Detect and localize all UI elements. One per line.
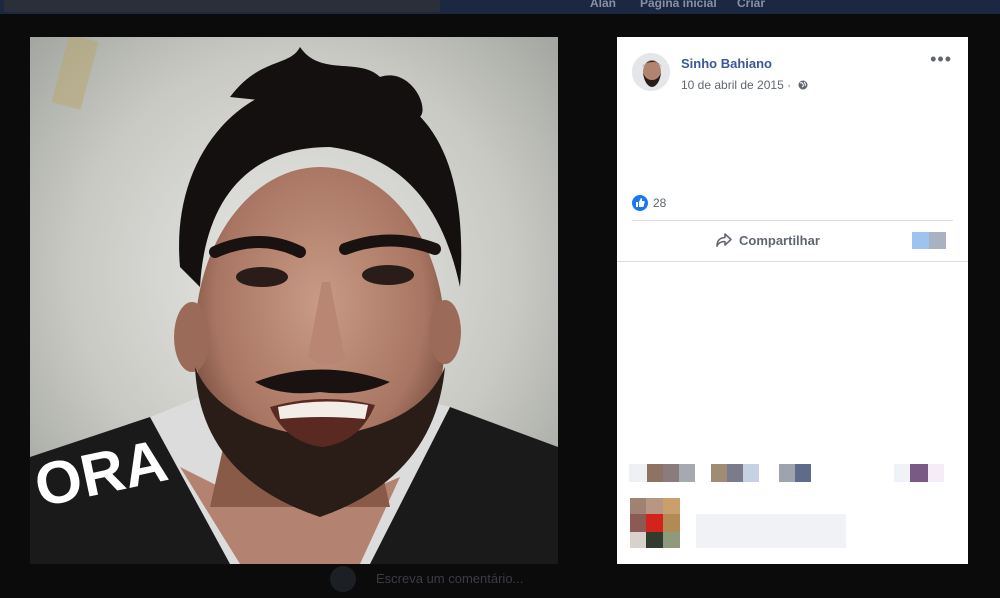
date-separator: ·	[787, 78, 792, 92]
comment-composer: Escreva um comentário...	[318, 566, 698, 594]
share-button[interactable]: Compartilhar	[715, 232, 820, 248]
post-timestamp[interactable]: 10 de abril de 2015 ·	[681, 78, 808, 92]
portrait-image: ORA	[30, 37, 558, 564]
post-details-panel: Sinho Bahiano 10 de abril de 2015 · ••• …	[617, 37, 968, 564]
nav-create-link[interactable]: Criar	[737, 0, 765, 10]
globe-icon	[798, 80, 808, 90]
comment-input[interactable]: Escreva um comentário...	[376, 571, 523, 586]
avatar	[330, 566, 356, 592]
like-icon	[632, 195, 648, 211]
share-label: Compartilhar	[739, 232, 820, 248]
share-arrow-icon	[716, 233, 732, 247]
nav-user-link[interactable]: Alan	[590, 0, 616, 10]
divider	[617, 261, 968, 262]
author-avatar[interactable]	[632, 53, 670, 91]
likes-count: 28	[653, 196, 667, 210]
nav-home-link[interactable]: Página inicial	[640, 0, 717, 10]
author-name-link[interactable]: Sinho Bahiano	[681, 56, 772, 71]
search-input[interactable]	[4, 0, 440, 12]
post-date[interactable]: 10 de abril de 2015	[681, 78, 784, 92]
divider	[632, 220, 953, 221]
reaction-summary[interactable]: 28	[632, 195, 666, 211]
audience-selector[interactable]	[912, 232, 946, 249]
more-options-button[interactable]: •••	[930, 50, 952, 68]
post-photo[interactable]: ORA	[30, 37, 558, 564]
redacted-comment	[630, 498, 850, 550]
redacted-reactions	[629, 464, 949, 482]
facebook-topbar: Alan Página inicial Criar	[0, 0, 1000, 14]
